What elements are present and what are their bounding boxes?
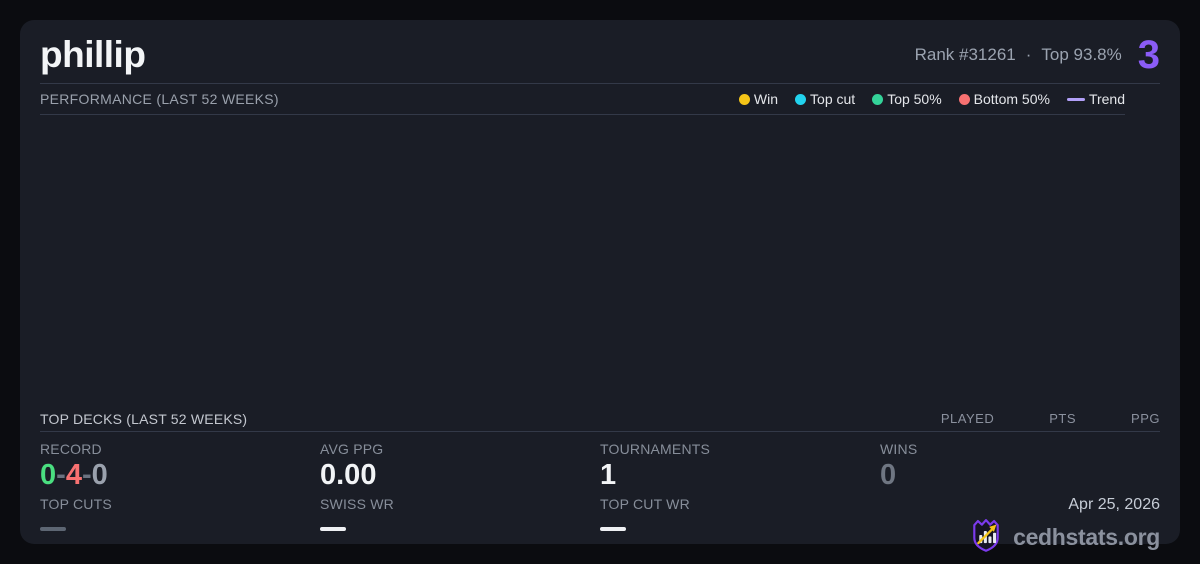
top-decks-columns: PLAYED PTS PPG: [941, 411, 1160, 426]
tournaments-label: TOURNAMENTS: [600, 441, 880, 457]
footer-cell: Apr 25, 2026 cedhstats.org: [880, 490, 1160, 543]
legend-item-bottom-50[interactable]: Bottom 50%: [959, 91, 1050, 107]
column-header-pts: PTS: [1049, 411, 1076, 426]
top-cuts-empty-value: [40, 527, 66, 531]
bottom-50-dot-icon: [959, 94, 970, 105]
legend-label: Top cut: [810, 91, 855, 107]
column-header-ppg: PPG: [1131, 411, 1160, 426]
top-percent-label: Top 93.8%: [1041, 45, 1121, 65]
record-draws: 0: [92, 459, 108, 491]
top-decks-title: TOP DECKS (LAST 52 WEEKS): [40, 411, 247, 427]
tournaments-value: 1: [600, 460, 880, 490]
wins-value: 0: [880, 460, 1160, 490]
player-score: 3: [1138, 35, 1160, 75]
legend-item-top-50[interactable]: Top 50%: [872, 91, 941, 107]
top-cuts-label: TOP CUTS: [40, 496, 320, 512]
chart-legend: Win Top cut Top 50% Bottom 50% Trend: [739, 91, 1125, 107]
record-separator: -: [82, 459, 92, 491]
card-header: phillip Rank #31261 · Top 93.8% 3: [40, 20, 1160, 84]
stat-top-cuts: TOP CUTS: [40, 490, 320, 543]
legend-label: Win: [754, 91, 778, 107]
performance-header-row: PERFORMANCE (LAST 52 WEEKS) Win Top cut …: [40, 84, 1125, 115]
performance-title: PERFORMANCE (LAST 52 WEEKS): [40, 91, 279, 107]
cedhstats-logo-icon: [967, 517, 1005, 558]
performance-chart: [40, 115, 1125, 406]
player-stats-card: phillip Rank #31261 · Top 93.8% 3 PERFOR…: [20, 20, 1180, 544]
avg-ppg-value: 0.00: [320, 460, 600, 490]
rank-label: Rank #31261: [915, 45, 1016, 65]
site-name: cedhstats.org: [1013, 524, 1160, 551]
column-header-played: PLAYED: [941, 411, 994, 426]
stat-avg-ppg: AVG PPG 0.00: [320, 432, 600, 490]
top-cut-wr-empty-value: [600, 527, 626, 531]
trend-line-icon: [1067, 98, 1085, 101]
record-losses: 4: [66, 459, 82, 491]
legend-label: Top 50%: [887, 91, 941, 107]
stat-swiss-wr: SWISS WR: [320, 490, 600, 543]
legend-label: Trend: [1089, 91, 1125, 107]
record-label: RECORD: [40, 441, 320, 457]
legend-item-trend[interactable]: Trend: [1067, 91, 1125, 107]
wins-label: WINS: [880, 441, 1160, 457]
stat-tournaments: TOURNAMENTS 1: [600, 432, 880, 490]
legend-item-top-cut[interactable]: Top cut: [795, 91, 855, 107]
stats-grid: RECORD 0-4-0 AVG PPG 0.00 TOURNAMENTS 1 …: [40, 432, 1160, 543]
card-date: Apr 25, 2026: [1068, 496, 1160, 514]
record-value: 0-4-0: [40, 460, 320, 490]
header-right: Rank #31261 · Top 93.8% 3: [915, 35, 1160, 75]
rank-summary: Rank #31261 · Top 93.8%: [915, 45, 1122, 65]
top-50-dot-icon: [872, 94, 883, 105]
legend-label: Bottom 50%: [974, 91, 1050, 107]
swiss-wr-empty-value: [320, 527, 346, 531]
performance-section: PERFORMANCE (LAST 52 WEEKS) Win Top cut …: [40, 84, 1125, 406]
win-dot-icon: [739, 94, 750, 105]
legend-item-win[interactable]: Win: [739, 91, 778, 107]
player-name: phillip: [40, 34, 145, 76]
swiss-wr-label: SWISS WR: [320, 496, 600, 512]
rank-separator: ·: [1026, 45, 1032, 65]
top-decks-header-row: TOP DECKS (LAST 52 WEEKS) PLAYED PTS PPG: [40, 406, 1160, 432]
site-brand[interactable]: cedhstats.org: [967, 517, 1160, 558]
top-cut-wr-label: TOP CUT WR: [600, 496, 880, 512]
stat-top-cut-wr: TOP CUT WR: [600, 490, 880, 543]
top-cut-dot-icon: [795, 94, 806, 105]
stat-wins: WINS 0: [880, 432, 1160, 490]
avg-ppg-label: AVG PPG: [320, 441, 600, 457]
record-separator: -: [56, 459, 66, 491]
record-wins: 0: [40, 459, 56, 491]
stat-record: RECORD 0-4-0: [40, 432, 320, 490]
